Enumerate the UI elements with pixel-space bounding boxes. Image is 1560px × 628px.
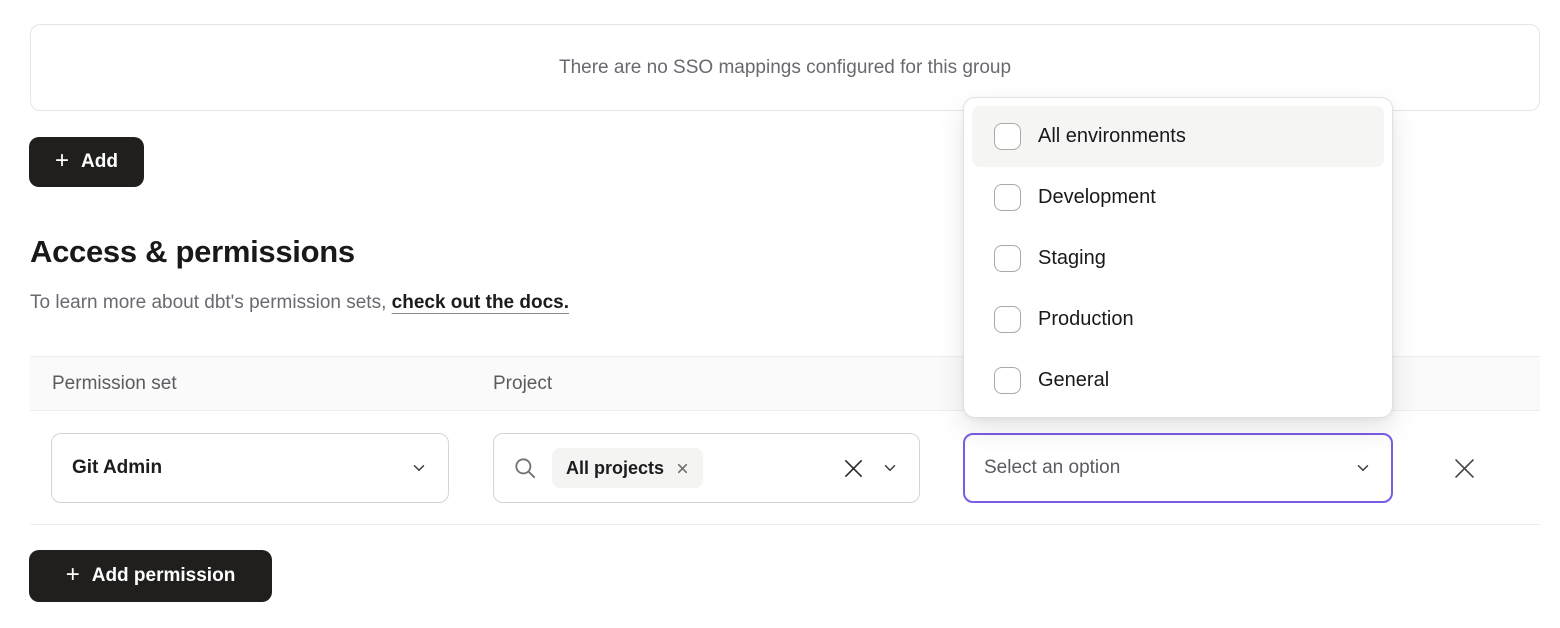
add-sso-mapping-button[interactable]: + Add (29, 137, 144, 187)
checkbox-icon[interactable] (994, 367, 1021, 394)
dropdown-option-production[interactable]: Production (972, 289, 1384, 350)
table-row-divider (30, 524, 1540, 525)
chevron-down-icon (1354, 459, 1372, 477)
permission-set-column-header: Permission set (52, 373, 177, 395)
checkbox-icon[interactable] (994, 245, 1021, 272)
add-permission-button[interactable]: + Add permission (29, 550, 272, 602)
remove-project-tag-icon[interactable] (676, 462, 689, 475)
plus-icon: + (55, 149, 69, 173)
access-permissions-title: Access & permissions (30, 234, 355, 270)
environment-placeholder: Select an option (984, 457, 1120, 479)
project-column-header: Project (493, 373, 552, 395)
dropdown-option-label: Staging (1038, 247, 1106, 270)
docs-link[interactable]: check out the docs. (392, 292, 569, 313)
dropdown-option-staging[interactable]: Staging (972, 228, 1384, 289)
access-permissions-description: To learn more about dbt's permission set… (30, 292, 569, 314)
permission-set-value: Git Admin (72, 457, 162, 479)
checkbox-icon[interactable] (994, 306, 1021, 333)
dropdown-option-label: All environments (1038, 125, 1186, 148)
project-tag-label: All projects (566, 458, 664, 479)
chevron-down-icon (881, 459, 899, 477)
checkbox-icon[interactable] (994, 123, 1021, 150)
dropdown-option-all-environments[interactable]: All environments (972, 106, 1384, 167)
search-icon (512, 455, 538, 481)
project-multiselect[interactable]: All projects (493, 433, 920, 503)
plus-icon: + (66, 563, 80, 587)
environment-select[interactable]: Select an option (963, 433, 1393, 503)
description-text: To learn more about dbt's permission set… (30, 292, 392, 313)
group-settings-page: There are no SSO mappings configured for… (0, 0, 1560, 628)
checkbox-icon[interactable] (994, 184, 1021, 211)
dropdown-option-label: Production (1038, 308, 1134, 331)
environment-dropdown-menu: All environments Development Staging Pro… (963, 97, 1393, 418)
dropdown-option-development[interactable]: Development (972, 167, 1384, 228)
project-tag: All projects (552, 448, 703, 488)
permission-set-select[interactable]: Git Admin (51, 433, 449, 503)
remove-permission-row-icon[interactable] (1448, 452, 1480, 484)
add-permission-button-label: Add permission (92, 565, 236, 587)
chevron-down-icon (410, 459, 428, 477)
dropdown-option-label: Development (1038, 186, 1156, 209)
dropdown-option-label: General (1038, 369, 1109, 392)
sso-empty-state-message: There are no SSO mappings configured for… (559, 57, 1011, 79)
dropdown-option-general[interactable]: General (972, 350, 1384, 411)
add-button-label: Add (81, 151, 118, 173)
clear-project-selection-icon[interactable] (842, 457, 865, 480)
